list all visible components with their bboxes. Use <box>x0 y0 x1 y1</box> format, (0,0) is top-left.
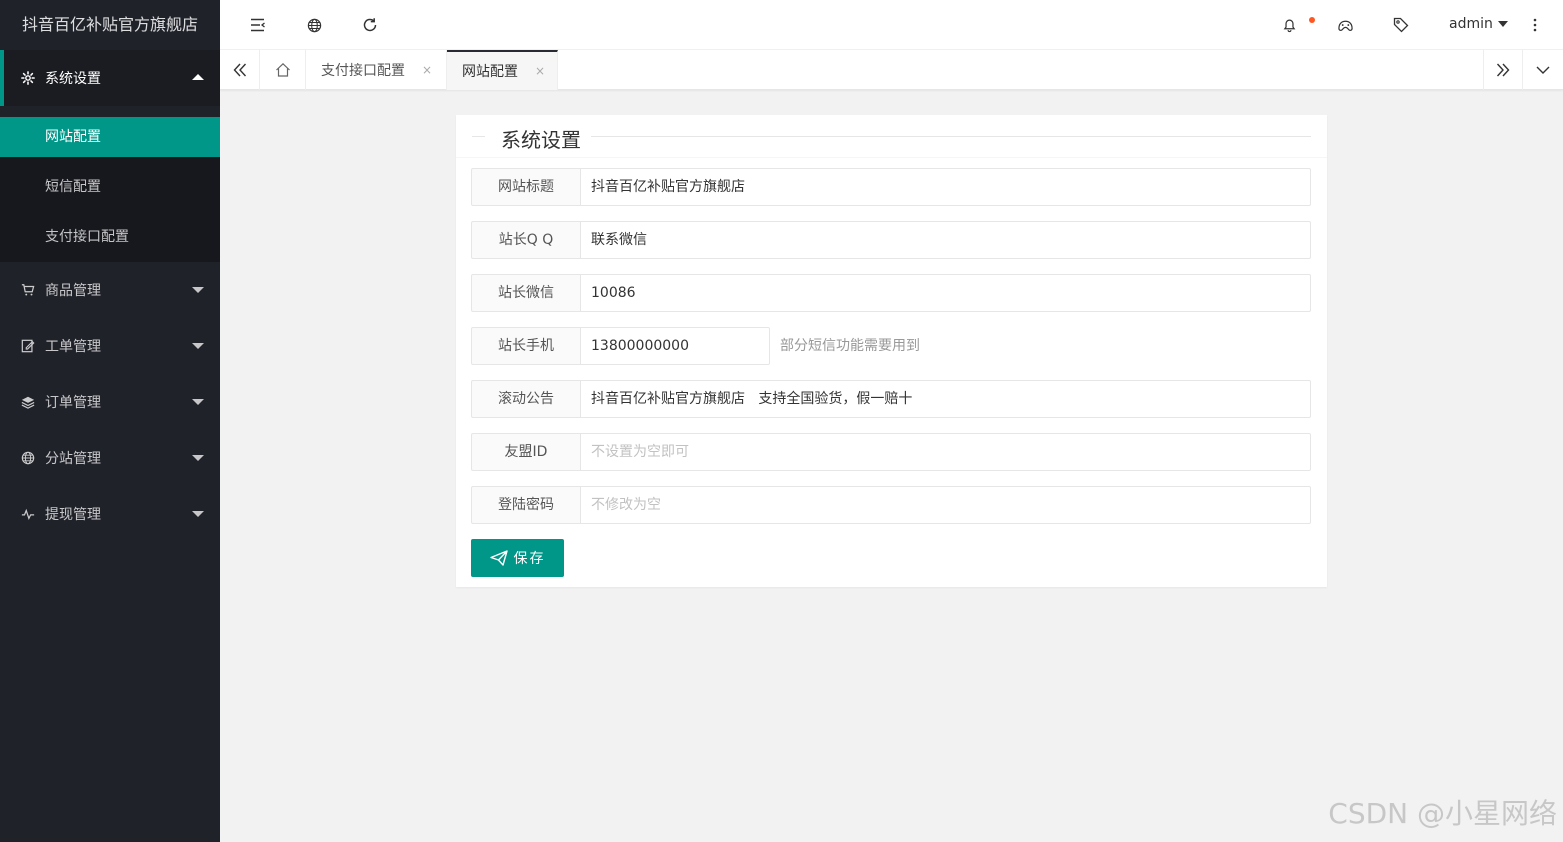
layers-icon <box>20 394 36 410</box>
sidebar-item-system-settings[interactable]: 系统设置 <box>0 50 220 106</box>
close-icon[interactable]: × <box>422 63 432 77</box>
save-label: 保存 <box>513 551 546 567</box>
form-row-password: 登陆密码 不修改为空 <box>471 486 1311 524</box>
theme-icon[interactable] <box>1335 15 1355 35</box>
field-label: 站长微信 <box>471 274 580 312</box>
home-tab-icon[interactable] <box>260 50 306 90</box>
sidebar-item-label: 系统设置 <box>45 71 101 87</box>
form-row-notice: 滚动公告 抖音百亿补贴官方旗舰店 支持全国验货，假一赔十 <box>471 380 1311 418</box>
globe-icon[interactable] <box>304 15 324 35</box>
field-label: 登陆密码 <box>471 486 580 524</box>
sidebar: 抖音百亿补贴官方旗舰店 系统设置 网站配置 短信配置 支付接口配置 商品管理 工… <box>0 0 220 842</box>
scroll-notice-input[interactable]: 抖音百亿补贴官方旗舰店 支持全国验货，假一赔十 <box>580 380 1311 418</box>
form-row-phone: 站长手机 13800000000 部分短信功能需要用到 <box>471 327 920 365</box>
top-header: admin <box>220 0 1563 50</box>
close-icon[interactable]: × <box>535 64 545 78</box>
sidebar-subitem-sms-config[interactable]: 短信配置 <box>0 162 220 212</box>
gear-icon <box>20 70 36 86</box>
sidebar-item-substations[interactable]: 分站管理 <box>0 430 220 486</box>
password-input[interactable]: 不修改为空 <box>580 486 1311 524</box>
globe-icon <box>20 450 36 466</box>
pulse-icon <box>20 506 36 522</box>
divider <box>456 157 1327 158</box>
field-label: 站长手机 <box>471 327 580 365</box>
more-icon[interactable] <box>1525 15 1545 35</box>
field-label: 滚动公告 <box>471 380 580 418</box>
sidebar-item-label: 提现管理 <box>45 507 101 523</box>
field-label: 网站标题 <box>471 168 580 206</box>
sidebar-item-withdraw[interactable]: 提现管理 <box>0 486 220 542</box>
sidebar-item-label: 分站管理 <box>45 451 101 467</box>
phone-input[interactable]: 13800000000 <box>580 327 770 365</box>
sidebar-item-label: 工单管理 <box>45 339 101 355</box>
sidebar-item-orders[interactable]: 订单管理 <box>0 374 220 430</box>
umeng-id-input[interactable]: 不设置为空即可 <box>580 433 1311 471</box>
tabs-bar: 支付接口配置 × 网站配置 × <box>220 50 1563 90</box>
sidebar-item-label: 商品管理 <box>45 283 101 299</box>
sidebar-item-tickets[interactable]: 工单管理 <box>0 318 220 374</box>
chevron-down-icon <box>192 399 204 405</box>
username: admin <box>1449 16 1493 32</box>
site-title-input[interactable]: 抖音百亿补贴官方旗舰店 <box>580 168 1311 206</box>
sidebar-subitem-payment-config[interactable]: 支付接口配置 <box>0 212 220 262</box>
form-row-site-title: 网站标题 抖音百亿补贴官方旗舰店 <box>471 168 1311 206</box>
chevron-up-icon <box>192 74 204 80</box>
wechat-input[interactable]: 10086 <box>580 274 1311 312</box>
sidebar-item-label: 订单管理 <box>45 395 101 411</box>
fieldset-legend: 系统设置 <box>472 124 1311 153</box>
form-row-umeng: 友盟ID 不设置为空即可 <box>471 433 1311 471</box>
bell-icon[interactable] <box>1279 15 1299 35</box>
tab-label: 网站配置 <box>462 64 518 80</box>
edit-icon <box>20 338 36 354</box>
notification-dot <box>1309 17 1315 23</box>
chevron-down-icon <box>192 511 204 517</box>
tab-payment-config[interactable]: 支付接口配置 × <box>306 50 447 90</box>
app-logo-title[interactable]: 抖音百亿补贴官方旗舰店 <box>0 0 220 50</box>
phone-hint: 部分短信功能需要用到 <box>780 338 920 354</box>
user-menu[interactable]: admin <box>1449 16 1508 32</box>
tag-icon[interactable] <box>1391 15 1411 35</box>
settings-card: 系统设置 网站标题 抖音百亿补贴官方旗舰店 站长Q Q 联系微信 站长微信 10… <box>456 115 1327 587</box>
save-button[interactable]: 保存 <box>471 539 564 577</box>
tabs-scroll-left-icon[interactable] <box>220 50 260 90</box>
tab-label: 支付接口配置 <box>321 63 405 79</box>
watermark: CSDN @小星网络 <box>1328 797 1557 830</box>
refresh-icon[interactable] <box>360 15 380 35</box>
tabs-dropdown-icon[interactable] <box>1523 50 1563 90</box>
sidebar-subitem-site-config[interactable]: 网站配置 <box>0 117 220 157</box>
field-label: 站长Q Q <box>471 221 580 259</box>
card-title: 系统设置 <box>485 124 591 153</box>
caret-down-icon <box>1497 21 1508 27</box>
tab-site-config[interactable]: 网站配置 × <box>447 50 558 90</box>
menu-fold-icon[interactable] <box>248 15 268 35</box>
field-label: 友盟ID <box>471 433 580 471</box>
qq-input[interactable]: 联系微信 <box>580 221 1311 259</box>
legend-line <box>472 136 1311 137</box>
send-icon <box>489 550 508 566</box>
cart-icon <box>20 282 36 298</box>
tabs-scroll-right-icon[interactable] <box>1483 50 1523 90</box>
form-row-wechat: 站长微信 10086 <box>471 274 1311 312</box>
chevron-down-icon <box>192 287 204 293</box>
chevron-down-icon <box>192 343 204 349</box>
sidebar-submenu: 网站配置 短信配置 支付接口配置 <box>0 117 220 262</box>
form-row-qq: 站长Q Q 联系微信 <box>471 221 1311 259</box>
chevron-down-icon <box>192 455 204 461</box>
sidebar-item-goods[interactable]: 商品管理 <box>0 262 220 318</box>
